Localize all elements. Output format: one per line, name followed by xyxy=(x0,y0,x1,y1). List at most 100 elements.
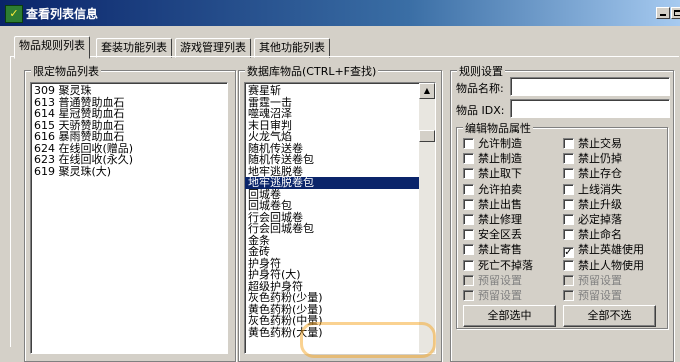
checkbox-left-10[interactable]: 预留设置 xyxy=(463,289,522,302)
checkbox-right-1[interactable]: 禁止仍掉 xyxy=(563,152,622,165)
checkbox-left-1[interactable]: 禁止制造 xyxy=(463,152,522,165)
list-item[interactable]: 地牢逃脱卷包 xyxy=(245,177,419,189)
checkbox-right-3[interactable]: 上线消失 xyxy=(563,183,622,196)
check-mark-icon[interactable]: ✓ xyxy=(563,247,574,259)
checkbox-label: 禁止命名 xyxy=(578,228,622,242)
item-idx-input[interactable] xyxy=(510,99,670,118)
list-item[interactable]: 行会回城卷包 xyxy=(245,223,419,235)
tab-set-functions[interactable]: 套装功能列表 xyxy=(96,38,172,58)
minimize-button[interactable] xyxy=(656,7,670,19)
scroll-thumb[interactable] xyxy=(419,130,435,142)
list-item[interactable]: 614 星冠赞助血石 xyxy=(31,108,227,120)
maximize-button[interactable] xyxy=(671,7,680,19)
tab-label: 其他功能列表 xyxy=(259,41,325,54)
select-all-button[interactable]: 全部选中 xyxy=(463,305,556,327)
checkbox-box[interactable] xyxy=(463,229,474,241)
db-items-scrollbar[interactable]: ▲ xyxy=(419,83,435,353)
list-item[interactable]: 金条 xyxy=(245,234,419,247)
checkbox-label: 禁止出售 xyxy=(478,197,522,211)
checkbox-box[interactable] xyxy=(563,168,574,180)
list-item[interactable]: 火龙气焰 xyxy=(245,131,419,143)
list-item[interactable]: 623 在线回收(永久) xyxy=(31,154,227,166)
checkbox-label: 禁止人物使用 xyxy=(578,258,644,272)
checkbox-box[interactable] xyxy=(463,198,474,210)
checkbox-box[interactable] xyxy=(463,153,474,165)
checkbox-box[interactable] xyxy=(463,244,474,256)
item-idx-label: 物品 IDX: xyxy=(456,104,505,117)
limited-items-label: 限定物品列表 xyxy=(31,63,101,79)
checkbox-right-8[interactable]: 禁止人物使用 xyxy=(563,259,644,272)
checkbox-box[interactable] xyxy=(563,198,574,210)
checkbox-right-6[interactable]: 禁止命名 xyxy=(563,228,622,241)
list-item[interactable]: 回城卷包 xyxy=(245,200,419,212)
checkbox-right-7[interactable]: ✓ 禁止英雄使用 xyxy=(563,243,644,259)
checkbox-box[interactable] xyxy=(463,138,474,149)
checkbox-right-4[interactable]: 禁止升级 xyxy=(563,198,622,211)
tab-other-functions[interactable]: 其他功能列表 xyxy=(254,38,330,58)
checkbox-label: 禁止交易 xyxy=(578,137,622,150)
checkbox-label: 禁止制造 xyxy=(478,152,522,166)
checkbox-box[interactable] xyxy=(563,153,574,165)
checkbox-right-10[interactable]: 预留设置 xyxy=(563,289,622,302)
checkbox-label: 禁止英雄使用 xyxy=(578,243,644,257)
tab-game-management[interactable]: 游戏管理列表 xyxy=(175,38,251,58)
checkbox-right-9[interactable]: 预留设置 xyxy=(563,274,622,287)
list-item[interactable]: 噬魂沼泽 xyxy=(245,108,419,120)
limited-items-list[interactable]: 309 聚灵珠 613 普通赞助血石 614 星冠赞助血石 615 天骄赞助血石 616… xyxy=(30,82,228,354)
checkbox-label: 禁止取下 xyxy=(478,167,522,181)
list-item[interactable]: 619 聚灵珠(大) xyxy=(31,165,227,178)
checkbox-label: 上线消失 xyxy=(578,182,622,196)
checkbox-label: 允许制造 xyxy=(478,137,522,150)
checkbox-box[interactable] xyxy=(563,229,574,241)
checkbox-box[interactable] xyxy=(463,290,474,301)
tab-item-rules[interactable]: 物品规则列表 xyxy=(14,36,90,59)
checkbox-box[interactable] xyxy=(463,168,474,180)
checkbox-label: 禁止升级 xyxy=(578,197,622,211)
checkbox-box[interactable] xyxy=(463,274,474,286)
list-item[interactable]: 309 聚灵珠 xyxy=(31,85,227,97)
tab-label: 游戏管理列表 xyxy=(180,41,246,54)
checkbox-left-0[interactable]: 允许制造 xyxy=(463,137,522,150)
list-item[interactable]: 金砖 xyxy=(245,246,419,258)
checkbox-box[interactable] xyxy=(563,138,574,149)
list-item[interactable]: 随机传送卷包 xyxy=(245,154,419,166)
checkbox-box[interactable] xyxy=(563,290,574,301)
checkbox-label: 安全区丢 xyxy=(478,228,522,242)
db-items-label: 数据库物品(CTRL+F查找) xyxy=(245,63,379,79)
checkbox-left-3[interactable]: 允许拍卖 xyxy=(463,183,522,196)
checkbox-label: 禁止修理 xyxy=(478,213,522,226)
checkbox-box[interactable] xyxy=(563,183,574,195)
checkbox-label: 允许拍卖 xyxy=(478,182,522,196)
list-item[interactable]: 616 暴雨赞助血石 xyxy=(31,131,227,143)
app-icon: ✓ xyxy=(5,5,23,23)
checkbox-box[interactable] xyxy=(563,214,574,225)
checkbox-left-8[interactable]: 死亡不掉落 xyxy=(463,259,533,272)
checkbox-left-6[interactable]: 安全区丢 xyxy=(463,228,522,241)
list-item[interactable]: 护身符(大) xyxy=(245,269,419,281)
checkbox-box[interactable] xyxy=(463,183,474,195)
checkbox-box[interactable] xyxy=(563,259,574,271)
checkbox-right-2[interactable]: 禁止存仓 xyxy=(563,167,622,180)
checkbox-left-4[interactable]: 禁止出售 xyxy=(463,198,522,211)
checkbox-right-5[interactable]: 必定掉落 xyxy=(563,213,622,226)
checkbox-label: 禁止存仓 xyxy=(578,167,622,181)
tab-label: 物品规则列表 xyxy=(19,39,85,52)
checkbox-box[interactable] xyxy=(463,214,474,225)
checkbox-left-5[interactable]: 禁止修理 xyxy=(463,213,522,226)
checkbox-left-7[interactable]: 禁止寄售 xyxy=(463,243,522,256)
db-items-list[interactable]: 赛星斩 雷霆一击 噬魂沼泽 末日审判 火龙气焰 随机传送卷 随机传送卷包 地牢逃脱卷 地牢逃脱卷… xyxy=(244,82,436,354)
checkbox-left-9[interactable]: 预留设置 xyxy=(463,274,522,287)
tab-label: 套装功能列表 xyxy=(101,41,167,54)
scroll-up-arrow-icon[interactable]: ▲ xyxy=(419,83,435,99)
list-item[interactable]: 赛星斩 xyxy=(245,85,419,97)
checkbox-right-0[interactable]: 禁止交易 xyxy=(563,137,622,150)
checkbox-label: 禁止寄售 xyxy=(478,243,522,257)
watermark xyxy=(300,322,436,358)
list-item[interactable]: 灰色药粉(少量) xyxy=(245,292,419,304)
checkbox-box[interactable] xyxy=(463,259,474,271)
item-name-input[interactable] xyxy=(510,77,670,96)
checkbox-left-2[interactable]: 禁止取下 xyxy=(463,167,522,180)
checkbox-box[interactable] xyxy=(563,274,574,286)
select-none-button[interactable]: 全部不选 xyxy=(563,305,656,327)
window-title: 查看列表信息 xyxy=(26,7,99,21)
